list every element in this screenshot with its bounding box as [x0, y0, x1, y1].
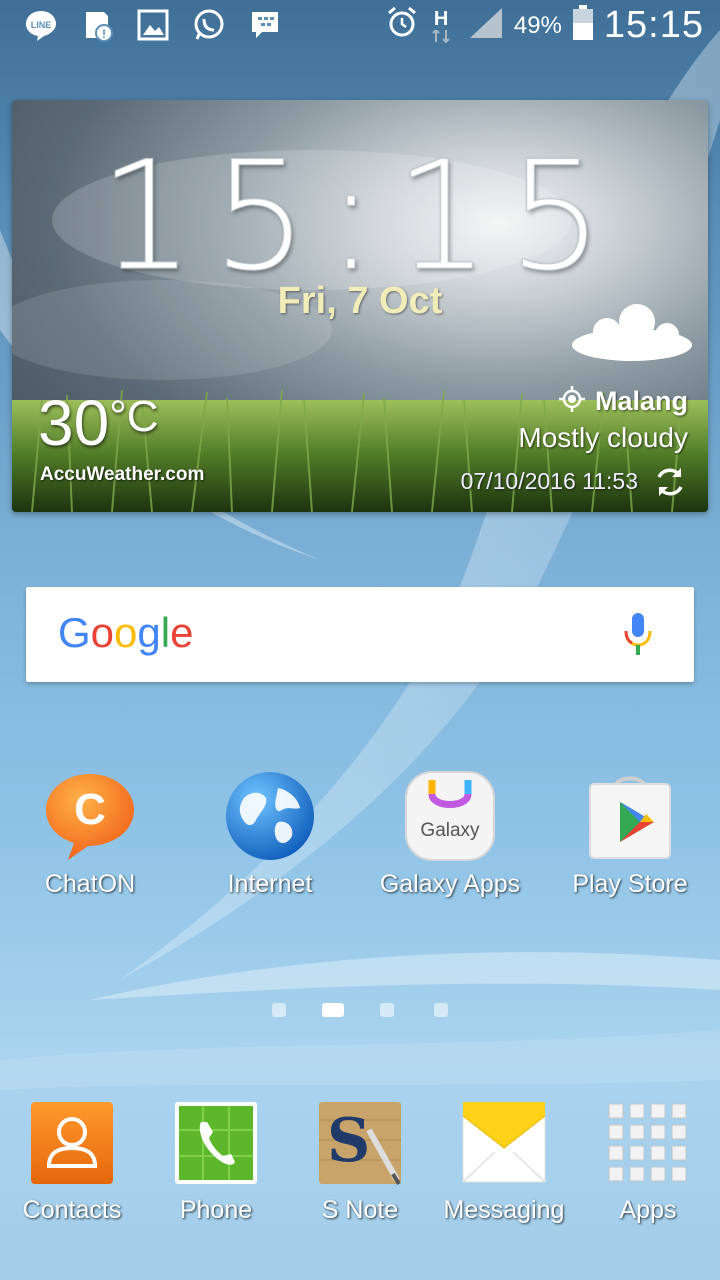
widget-date: Fri, 7 Oct [277, 280, 443, 322]
widget-time: 15:15 [98, 130, 622, 305]
app-internet[interactable]: Internet [180, 768, 360, 899]
google-search-bar[interactable]: Google [26, 587, 694, 682]
alarm-icon [386, 6, 418, 45]
app-label: Internet [227, 870, 313, 898]
google-logo-letter: G [58, 609, 91, 656]
app-label: Play Store [572, 870, 688, 898]
clock-weather-widget[interactable]: 15:15 Fri, 7 Oct 30°C AccuWeather.com Ma… [12, 100, 708, 512]
battery-icon [572, 5, 594, 46]
sd-card-alert-icon: ! [78, 6, 116, 44]
hspa-icon: H [428, 8, 458, 44]
app-label: Apps [619, 1196, 677, 1224]
app-label: Messaging [443, 1196, 565, 1224]
status-bar: LINE ! H 49% 15:15 [0, 0, 720, 50]
messaging-icon [461, 1100, 547, 1186]
page-dot[interactable] [434, 1003, 448, 1017]
google-logo-letter: l [160, 609, 171, 656]
page-dot-active[interactable] [322, 1003, 344, 1017]
app-play-store[interactable]: Play Store [540, 768, 720, 899]
location-target-icon [558, 386, 585, 417]
app-chaton[interactable]: C ChatON [0, 768, 180, 899]
app-label: Galaxy Apps [379, 870, 521, 898]
dock-messaging[interactable]: Messaging [432, 1100, 576, 1225]
app-label: S Note [321, 1196, 399, 1224]
play-store-icon [582, 768, 678, 864]
battery-percent: 49% [513, 11, 562, 39]
app-label: Phone [179, 1196, 253, 1224]
google-logo: Google [58, 609, 193, 657]
svg-text:LINE: LINE [31, 20, 52, 30]
page-indicator [0, 1000, 720, 1020]
google-logo-letter: o [114, 609, 138, 656]
weather-location: Malang [594, 386, 688, 416]
bbm-icon [246, 6, 284, 44]
status-clock: 15:15 [603, 4, 704, 46]
refresh-icon[interactable] [652, 464, 688, 500]
temperature-value: 30 [38, 387, 110, 459]
dock-contacts[interactable]: Contacts [0, 1100, 144, 1225]
widget-temperature: 30°C [38, 386, 159, 460]
s-note-icon: S [317, 1100, 403, 1186]
signal-icon [468, 6, 504, 45]
apps-grid-icon [605, 1100, 691, 1186]
location-row: Malang [558, 386, 688, 417]
dock-apps[interactable]: Apps [576, 1100, 720, 1225]
page-dot[interactable] [380, 1003, 394, 1017]
weather-updated-time: 07/10/2016 11:53 [460, 468, 638, 494]
app-galaxy-apps[interactable]: Galaxy Galaxy Apps [360, 768, 540, 899]
mic-icon[interactable] [622, 611, 654, 659]
dock-phone[interactable]: Phone [144, 1100, 288, 1225]
phone-icon [173, 1100, 259, 1186]
google-logo-letter: e [170, 609, 194, 656]
s-note-icon-letter: S [327, 1106, 371, 1176]
svg-text:!: ! [102, 27, 106, 41]
google-logo-letter: o [90, 609, 115, 656]
line-icon: LINE [22, 6, 60, 44]
gallery-icon [134, 6, 172, 44]
accuweather-brand: AccuWeather.com [40, 464, 205, 485]
app-label: Contacts [22, 1196, 122, 1224]
google-logo-letter: g [137, 609, 161, 656]
svg-text:C: C [74, 785, 106, 834]
galaxy-apps-icon: Galaxy [402, 768, 498, 864]
temperature-unit: °C [109, 392, 159, 441]
chaton-icon: C [42, 768, 138, 864]
app-label: ChatON [44, 870, 136, 898]
dock-s-note[interactable]: S S Note [288, 1100, 432, 1225]
contacts-icon [29, 1100, 115, 1186]
page-dot[interactable] [272, 1003, 286, 1017]
whatsapp-icon [190, 6, 228, 44]
network-type-label: H [433, 7, 449, 30]
globe-icon [222, 768, 318, 864]
galaxy-icon-text: Galaxy [420, 820, 480, 841]
weather-condition: Mostly cloudy [518, 422, 688, 453]
